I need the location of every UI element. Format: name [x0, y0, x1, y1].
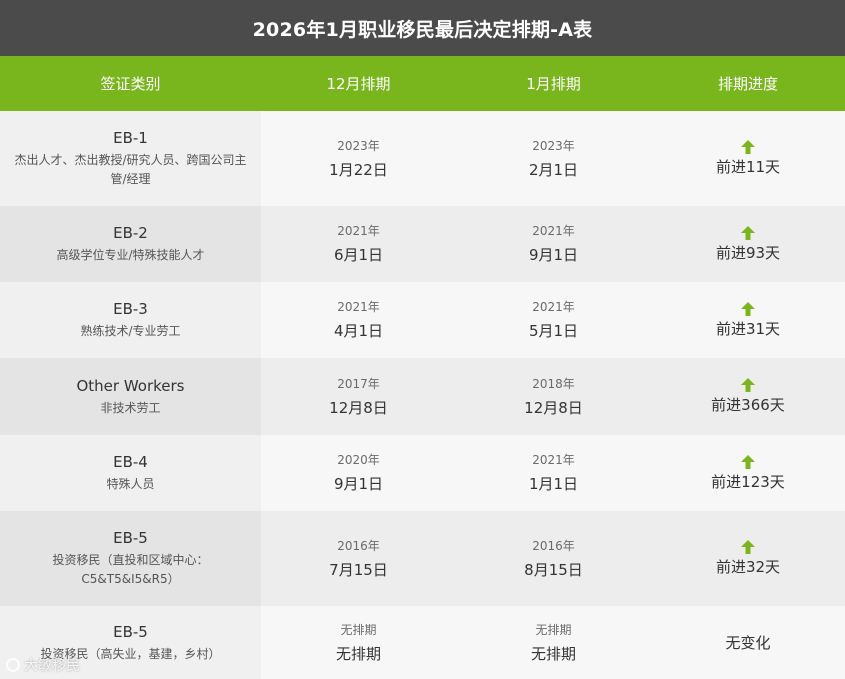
table-row: EB-1 杰出人才、杰出教授/研究人员、跨国公司主管/经理 2023年 1月22… — [0, 111, 845, 206]
date-day: 8月15日 — [524, 560, 583, 579]
progress-text: 前进123天 — [711, 472, 785, 491]
category-cell: EB-3 熟练技术/专业劳工 — [0, 282, 261, 358]
header-category: 签证类别 — [100, 75, 161, 93]
progress-cell: 前进93天 — [651, 206, 845, 282]
table-row: EB-5 投资移民（高失业，基建，乡村） 无排期 无排期 无排期 无排期 无变化 — [0, 606, 845, 679]
category-description: 非技术劳工 — [100, 400, 161, 415]
date-year: 2017年 — [337, 376, 380, 391]
progress-cell: 无变化 — [651, 606, 845, 679]
progress-text: 前进93天 — [715, 243, 781, 262]
category-description: 杰出人才、杰出教授/研究人员、跨国公司主管/经理 — [14, 153, 247, 186]
date-day: 12月8日 — [524, 398, 583, 417]
date-year: 2016年 — [532, 538, 575, 553]
progress-text: 前进366天 — [711, 396, 785, 414]
date-day: 2月1日 — [528, 160, 579, 179]
category-cell: EB-1 杰出人才、杰出教授/研究人员、跨国公司主管/经理 — [0, 111, 261, 206]
december-date-cell: 2016年 7月15日 — [261, 511, 456, 606]
progress-text: 前进11天 — [715, 158, 781, 176]
date-day: 1月22日 — [329, 160, 388, 179]
date-year: 2021年 — [337, 224, 380, 238]
category-cell: EB-5 投资移民（高失业，基建，乡村） — [0, 606, 261, 679]
arrow-up-icon — [741, 454, 755, 469]
date-day: 5月1日 — [528, 322, 579, 340]
december-date-cell: 无排期 无排期 — [261, 606, 456, 679]
december-date-cell: 2021年 4月1日 — [261, 282, 456, 358]
table-title: 2026年1月职业移民最后决定排期-A表 — [0, 0, 845, 56]
category-cell: EB-2 高级学位专业/特殊技能人才 — [0, 206, 261, 282]
arrow-up-icon — [741, 540, 755, 554]
january-date-cell: 2021年 5月1日 — [456, 282, 651, 358]
date-day: 6月1日 — [333, 246, 384, 264]
category-cell: EB-5 投资移民（直投和区域中心：C5&T5&I5&R5） — [0, 511, 261, 606]
january-date-cell: 无排期 无排期 — [456, 606, 651, 679]
date-year: 2021年 — [532, 453, 575, 467]
header-progress: 排期进度 — [717, 75, 778, 93]
category-name: EB-1 — [113, 129, 148, 147]
december-date-cell: 2023年 1月22日 — [261, 111, 456, 206]
december-date-cell: 2020年 9月1日 — [261, 435, 456, 511]
category-description: 熟练技术/专业劳工 — [80, 324, 181, 338]
january-date-cell: 2018年 12月8日 — [456, 358, 651, 435]
category-description: 高级学位专业/特殊技能人才 — [56, 248, 205, 262]
date-day: 4月1日 — [333, 322, 384, 340]
table-row: EB-5 投资移民（直投和区域中心：C5&T5&I5&R5） 2016年 7月1… — [0, 511, 845, 606]
january-date-cell: 2016年 8月15日 — [456, 511, 651, 606]
table-body: EB-1 杰出人才、杰出教授/研究人员、跨国公司主管/经理 2023年 1月22… — [0, 111, 845, 679]
date-day: 1月1日 — [528, 475, 579, 493]
progress-cell: 前进11天 — [651, 111, 845, 206]
date-year: 2021年 — [532, 300, 575, 314]
progress-cell: 前进32天 — [651, 511, 845, 606]
progress-cell: 前进123天 — [651, 435, 845, 511]
december-date-cell: 2021年 6月1日 — [261, 206, 456, 282]
january-date-cell: 2021年 9月1日 — [456, 206, 651, 282]
category-description: 投资移民（直投和区域中心：C5&T5&I5&R5） — [52, 553, 209, 586]
progress-cell: 前进366天 — [651, 358, 845, 435]
header-january: 1月排期 — [526, 75, 581, 93]
category-name: EB-5 — [113, 529, 148, 547]
progress-text: 前进32天 — [715, 558, 781, 576]
january-date-cell: 2023年 2月1日 — [456, 111, 651, 206]
table-row: EB-3 熟练技术/专业劳工 2021年 4月1日 2021年 5月1日 前进3… — [0, 282, 845, 358]
date-day: 12月8日 — [329, 398, 388, 417]
arrow-up-icon — [741, 140, 755, 154]
category-cell: EB-4 特殊人员 — [0, 435, 261, 511]
date-year: 2021年 — [337, 300, 380, 314]
category-cell: Other Workers 非技术劳工 — [0, 358, 261, 435]
date-year: 无排期 — [340, 622, 377, 637]
date-day: 9月1日 — [333, 475, 384, 493]
date-year: 2018年 — [532, 376, 575, 391]
date-day: 无排期 — [530, 644, 576, 663]
progress-text: 无变化 — [725, 633, 771, 652]
date-day: 7月15日 — [329, 560, 388, 579]
category-name: EB-5 — [113, 622, 148, 641]
date-year: 无排期 — [535, 622, 572, 637]
arrow-up-icon — [741, 301, 755, 316]
arrow-up-icon — [741, 225, 755, 240]
table-row: EB-4 特殊人员 2020年 9月1日 2021年 1月1日 前进123天 — [0, 435, 845, 511]
date-day: 9月1日 — [528, 246, 579, 264]
date-year: 2020年 — [337, 453, 380, 467]
progress-cell: 前进31天 — [651, 282, 845, 358]
header-december: 12月排期 — [326, 75, 391, 93]
category-name: EB-3 — [113, 300, 148, 318]
category-description: 投资移民（高失业，基建，乡村） — [40, 646, 221, 661]
arrow-up-icon — [741, 378, 755, 392]
table-header-row: 签证类别 12月排期 1月排期 排期进度 — [0, 56, 845, 111]
date-year: 2023年 — [337, 138, 380, 153]
date-year: 2023年 — [532, 138, 575, 153]
date-day: 无排期 — [335, 644, 381, 663]
date-year: 2021年 — [532, 224, 575, 238]
table-row: EB-2 高级学位专业/特殊技能人才 2021年 6月1日 2021年 9月1日… — [0, 206, 845, 282]
category-name: Other Workers — [76, 376, 185, 395]
date-year: 2016年 — [337, 538, 380, 553]
progress-text: 前进31天 — [715, 319, 781, 338]
december-date-cell: 2017年 12月8日 — [261, 358, 456, 435]
january-date-cell: 2021年 1月1日 — [456, 435, 651, 511]
category-name: EB-2 — [113, 224, 148, 242]
table-row: Other Workers 非技术劳工 2017年 12月8日 2018年 12… — [0, 358, 845, 435]
category-description: 特殊人员 — [106, 477, 155, 491]
category-name: EB-4 — [113, 453, 148, 471]
